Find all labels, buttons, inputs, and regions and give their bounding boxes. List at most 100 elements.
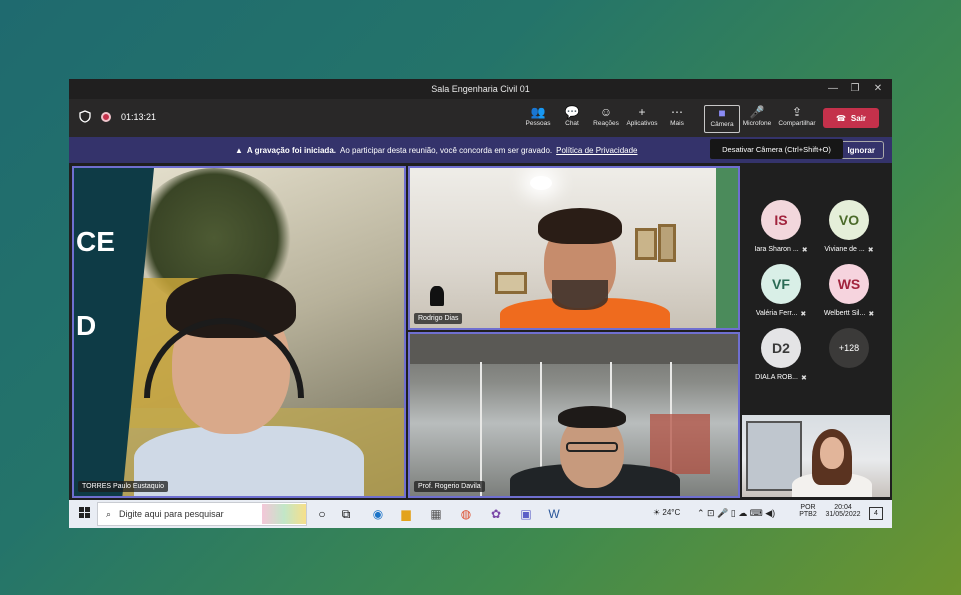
window-frame	[480, 362, 482, 496]
video-tile-top-right[interactable]: Rodrigo Dias	[408, 166, 740, 330]
clock[interactable]: 20:04 31/05/2022	[823, 504, 863, 518]
participant-item[interactable]: D2 DIALA ROB... ✖	[747, 328, 815, 390]
camera-tooltip: Desativar Câmera (Ctrl+Shift+O)	[710, 139, 843, 159]
participant-name-tag: TORRES Paulo Eustaquio	[78, 481, 168, 492]
camera-button[interactable]: ■ Câmera	[704, 105, 740, 133]
more-participants-button[interactable]: +128	[815, 328, 883, 390]
ceiling	[410, 334, 738, 364]
edge-icon[interactable]: ◉	[369, 505, 387, 523]
avatar: VO	[829, 200, 869, 240]
mic-off-icon: 🎤	[749, 105, 765, 119]
meeting-timer: 01:13:21	[121, 111, 157, 122]
participants-roster: IS Iara Sharon ... ✖ VO Viviane de ... ✖ V…	[742, 166, 892, 416]
warning-icon: ▲	[235, 145, 243, 155]
glasses	[566, 442, 618, 452]
recording-icon	[101, 111, 111, 122]
beard	[552, 280, 608, 310]
privacy-policy-link[interactable]: Política de Privacidade	[556, 146, 637, 155]
picture-frame	[635, 228, 657, 260]
share-label: Compartilhar	[778, 120, 816, 127]
banner-bold-text: A gravação foi iniciada.	[246, 145, 336, 155]
word-icon[interactable]: W	[545, 505, 563, 523]
avatar: IS	[761, 200, 801, 240]
teams-icon[interactable]: ▣	[517, 505, 535, 523]
task-view-icon[interactable]: ⧉	[337, 505, 355, 523]
leave-label: Sair	[850, 113, 867, 123]
participant-hair	[558, 406, 626, 428]
ignore-button[interactable]: Ignorar	[838, 141, 884, 159]
picture-frame	[495, 272, 527, 294]
app-icon[interactable]: ✿	[487, 505, 505, 523]
leave-button[interactable]: ☎ Sair	[823, 108, 879, 128]
people-label: Pessoas	[525, 120, 551, 127]
close-button[interactable]: ✕	[871, 82, 885, 96]
cortana-icon[interactable]: ○	[313, 505, 331, 523]
weather-temp: 24°C	[662, 508, 681, 517]
search-placeholder: Digite aqui para pesquisar	[119, 509, 224, 519]
video-tile-bottom-right[interactable]: Prof. Rogerio Davila	[408, 332, 740, 498]
participant-item[interactable]: WS Welbertt Sil... ✖	[815, 264, 883, 326]
more-button[interactable]: ⋯ Mais	[659, 105, 695, 133]
participant-item[interactable]: IS Iara Sharon ... ✖	[747, 200, 815, 262]
share-button[interactable]: ⇪ Compartilhar	[777, 105, 817, 133]
chat-button[interactable]: 💬 Chat	[554, 105, 590, 133]
participant-item[interactable]: VO Viviane de ... ✖	[815, 200, 883, 262]
background-building	[650, 414, 710, 474]
participant-hair	[538, 208, 622, 244]
participant-body	[134, 426, 364, 496]
video-stage: CE D TORRES Paulo Eustaquio Rodrigo Dias	[69, 163, 892, 500]
language-code: POR	[800, 504, 816, 511]
chat-icon: 💬	[564, 105, 580, 119]
reactions-button[interactable]: ☺ Reações	[588, 105, 624, 133]
meeting-toolbar: 01:13:21 👥 Pessoas 💬 Chat ☺ Reações + Ap…	[69, 99, 892, 137]
search-highlight-image	[262, 504, 306, 524]
windows-start-icon[interactable]	[75, 505, 93, 523]
keyboard-layout: PTB2	[799, 511, 817, 518]
clock-time: 20:04	[834, 504, 852, 511]
participant-name: Iara Sharon ...	[754, 246, 799, 253]
apps-button[interactable]: + Aplicativos	[624, 105, 660, 133]
file-explorer-icon[interactable]: ▆	[397, 505, 415, 523]
mic-off-icon: ✖	[800, 311, 807, 318]
lamp	[430, 286, 444, 306]
video-tile-main[interactable]: CE D TORRES Paulo Eustaquio	[72, 166, 406, 498]
microphone-button[interactable]: 🎤 Microfone	[739, 105, 775, 133]
minimize-button[interactable]: —	[826, 82, 840, 96]
ceiling-light	[530, 176, 552, 190]
tray-icons[interactable]: ⌃ ⊡ 🎤 ▯ ☁ ⌨ ◀)	[697, 508, 775, 519]
people-icon: 👥	[530, 105, 546, 119]
microphone-label: Microfone	[742, 120, 772, 127]
more-icon: ⋯	[671, 105, 683, 119]
participant-name-tag: Prof. Rogerio Davila	[414, 481, 485, 492]
picture-frame	[658, 224, 676, 262]
participant-name: Valéria Ferr...	[755, 310, 798, 317]
restore-button[interactable]: ❐	[848, 82, 862, 96]
mic-off-icon: ✖	[800, 375, 807, 382]
self-video-preview[interactable]	[742, 415, 890, 497]
apps-label: Aplicativos	[626, 120, 658, 127]
wall-strip	[716, 168, 738, 328]
overflow-count: +128	[829, 328, 869, 368]
notification-count: 4	[874, 510, 878, 517]
participant-name: DIALA ROB...	[755, 374, 798, 381]
title-bar: Sala Engenharia Civil 01 — ❐ ✕	[69, 79, 892, 99]
participant-face	[820, 437, 844, 469]
notifications-icon[interactable]: 4	[869, 507, 883, 520]
people-button[interactable]: 👥 Pessoas	[520, 105, 556, 133]
weather-widget[interactable]: ☀ 24°C	[653, 508, 680, 517]
participant-item[interactable]: VF Valéria Ferr... ✖	[747, 264, 815, 326]
camera-label: Câmera	[710, 121, 734, 128]
mic-off-icon: ✖	[867, 247, 874, 254]
mic-off-icon: ✖	[801, 247, 808, 254]
chat-label: Chat	[565, 120, 579, 127]
search-icon: ⌕	[106, 508, 112, 519]
mic-off-icon: ✖	[868, 311, 875, 318]
chrome-icon[interactable]: ◍	[457, 505, 475, 523]
taskbar-search-input[interactable]: ⌕ Digite aqui para pesquisar	[97, 502, 307, 526]
shield-icon[interactable]	[79, 110, 91, 123]
poster-text-1: CE	[76, 226, 115, 257]
calculator-icon[interactable]: ▦	[427, 505, 445, 523]
windows-taskbar: ⌕ Digite aqui para pesquisar ○ ⧉ ◉ ▆ ▦ ◍…	[69, 500, 892, 528]
avatar: VF	[761, 264, 801, 304]
reactions-icon: ☺	[599, 105, 613, 119]
